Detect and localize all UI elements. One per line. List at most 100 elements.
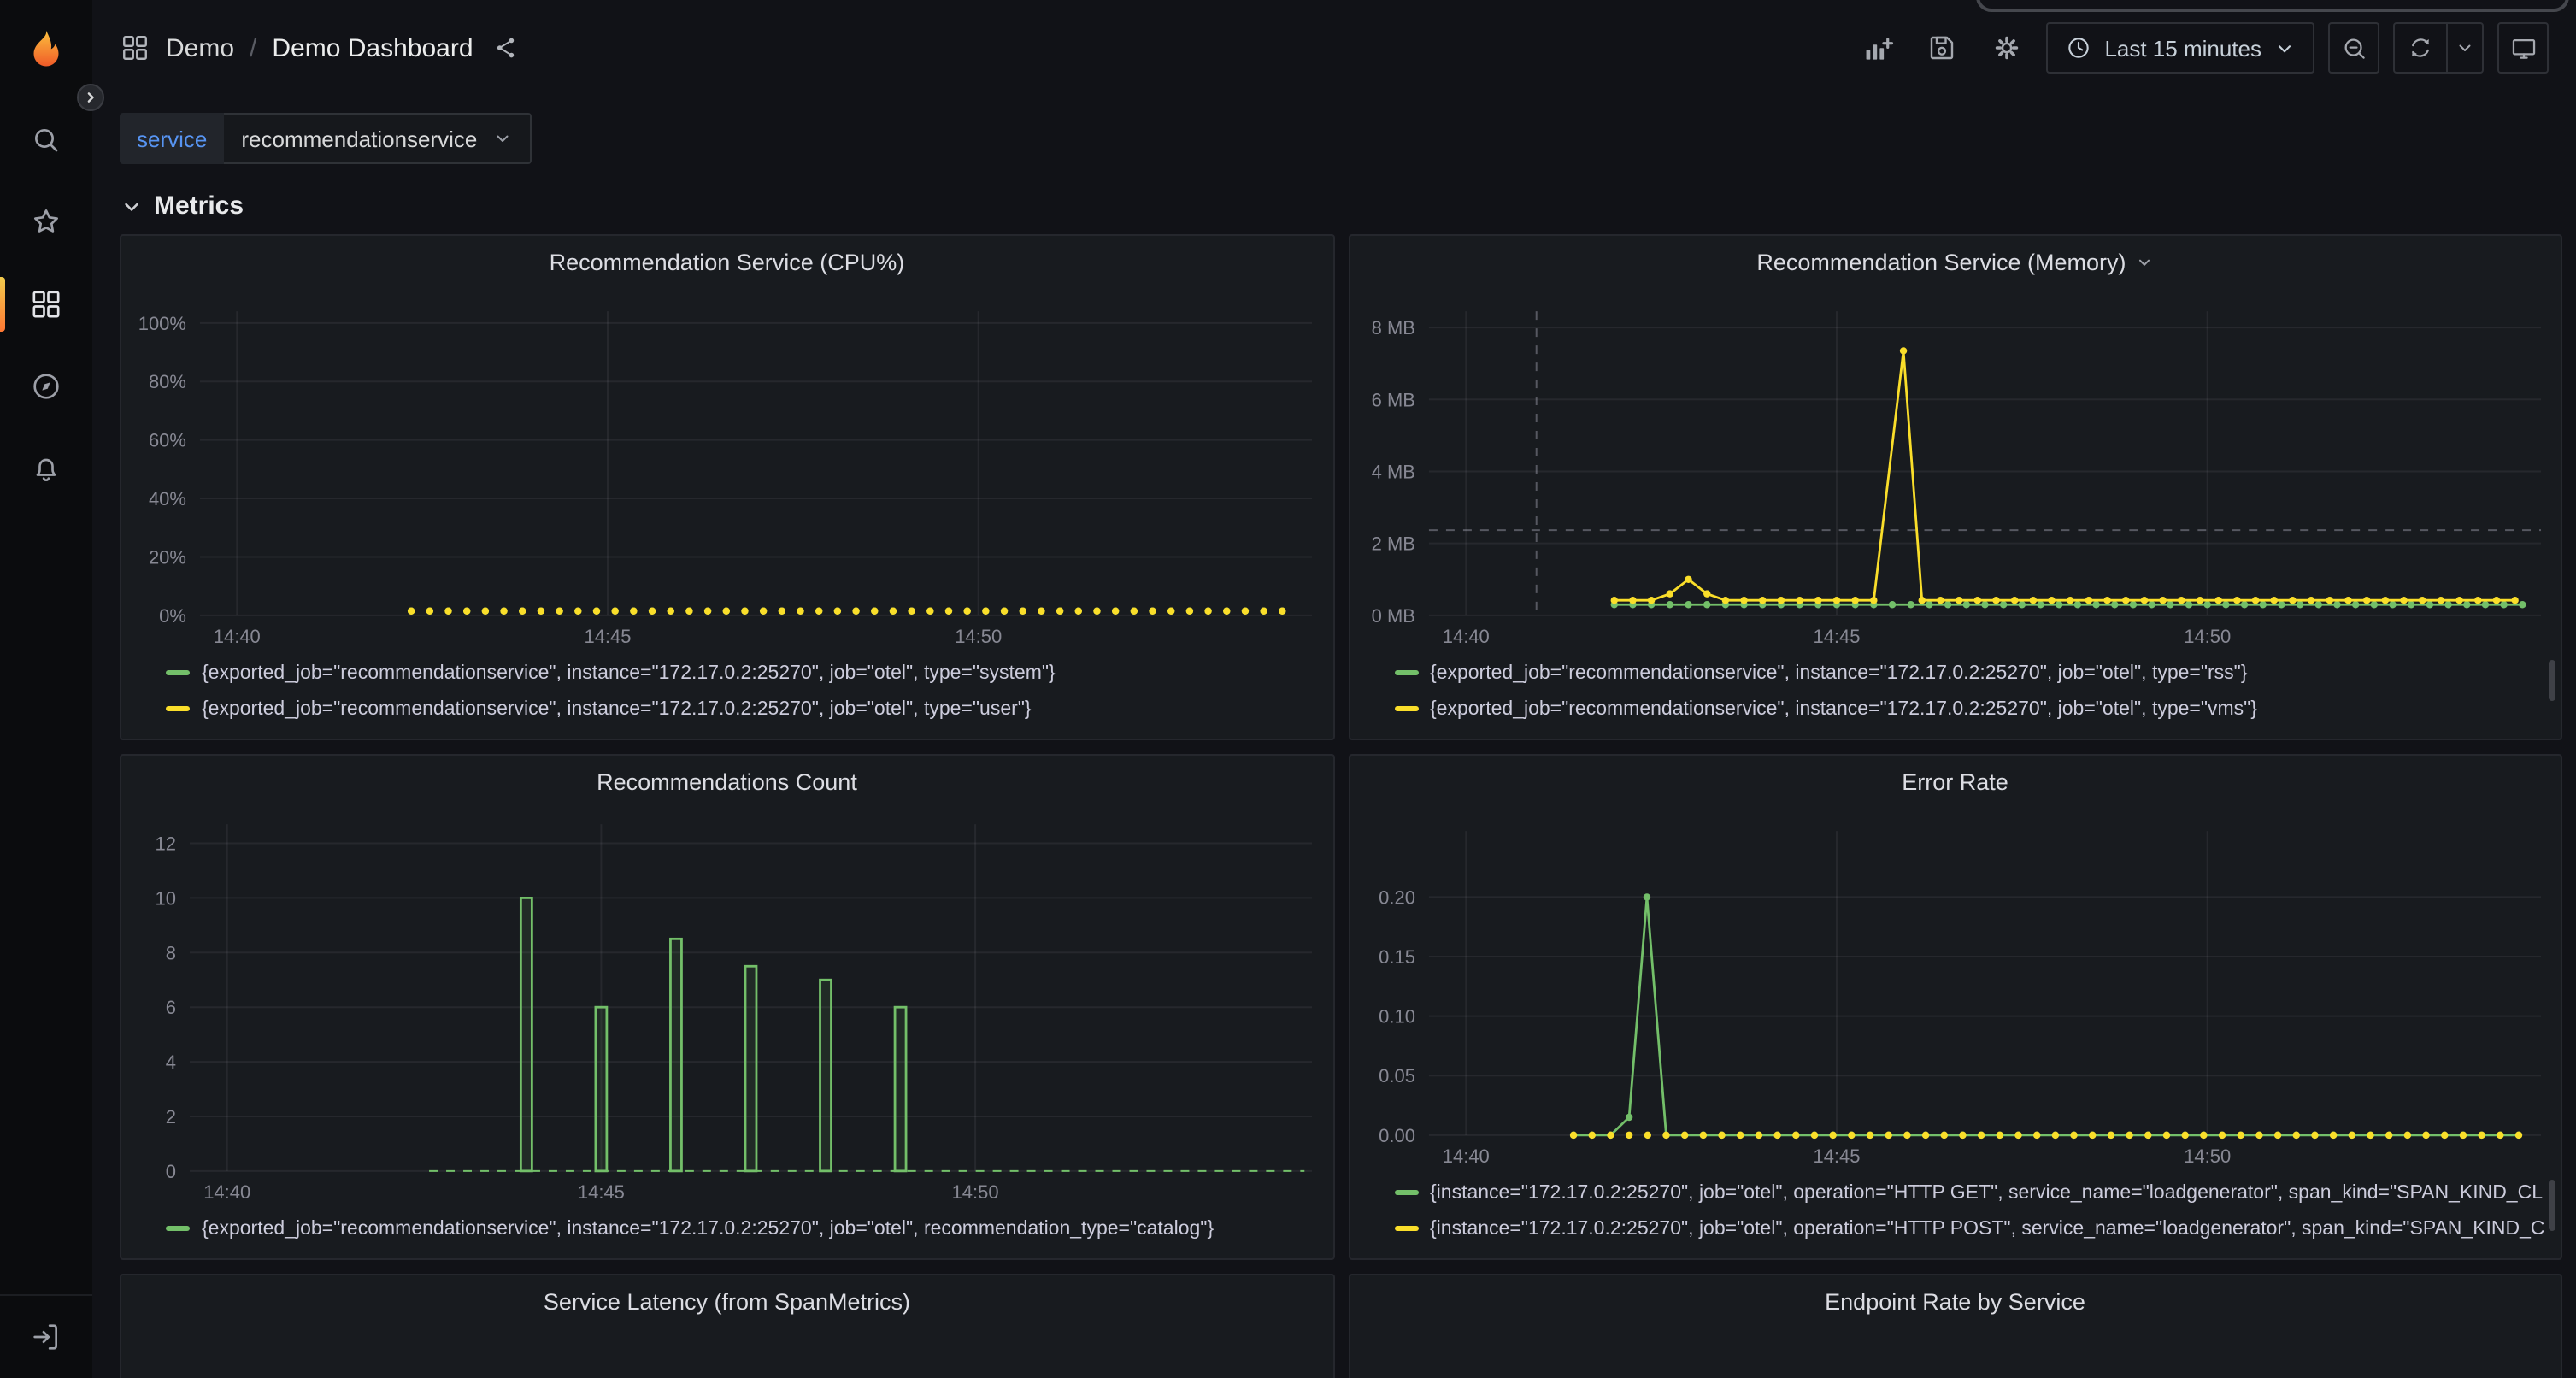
add-panel-button[interactable]	[1851, 22, 1903, 74]
toolbar: Last 15 minutes	[1851, 22, 2549, 74]
breadcrumb-separator: /	[250, 33, 256, 62]
panel-header[interactable]: Recommendations Count	[121, 756, 1332, 807]
svg-text:14:40: 14:40	[1442, 626, 1489, 647]
kiosk-mode-button[interactable]	[2497, 22, 2549, 74]
cpu-chart[interactable]: 0%20%40%60%80%100%14:4014:4514:50	[121, 287, 1332, 653]
row-header-metrics[interactable]: Metrics	[92, 164, 2576, 234]
series-color-dash	[166, 706, 190, 711]
svg-text:14:40: 14:40	[1442, 1145, 1489, 1167]
panel-header[interactable]: Endpoint Rate by Service	[1350, 1275, 2561, 1327]
legend: {exported_job="recommendationservice", i…	[121, 653, 1332, 739]
panel-header[interactable]: Recommendation Service (CPU%)	[121, 236, 1332, 287]
refresh-button-group	[2393, 22, 2484, 74]
panel-grid: Recommendation Service (CPU%) 0%20%40%60…	[92, 234, 2576, 1378]
time-range-picker[interactable]: Last 15 minutes	[2046, 22, 2314, 74]
legend-scrollbar[interactable]	[2549, 660, 2555, 701]
legend-item[interactable]: {instance="172.17.0.2:25270", job="otel"…	[1394, 1175, 2544, 1210]
svg-text:12: 12	[156, 833, 176, 855]
svg-text:14:45: 14:45	[1813, 626, 1860, 647]
variable-value-dropdown[interactable]: recommendationservice	[224, 113, 532, 164]
memory-chart[interactable]: 0 MB2 MB4 MB6 MB8 MB14:4014:4514:50	[1350, 287, 2561, 653]
bell-icon	[29, 451, 63, 486]
refresh-interval-dropdown[interactable]	[2448, 24, 2482, 72]
svg-text:14:50: 14:50	[952, 1181, 999, 1203]
share-icon[interactable]	[492, 34, 520, 62]
row-title: Metrics	[154, 191, 244, 221]
svg-text:0.00: 0.00	[1378, 1125, 1414, 1146]
legend-label: {exported_job="recommendationservice", i…	[202, 662, 1056, 683]
breadcrumb: Demo / Demo Dashboard	[120, 32, 520, 63]
sidebar-item-search[interactable]	[0, 99, 92, 181]
panel-menu-caret-icon[interactable]	[2135, 252, 2154, 271]
dashboard-settings-button[interactable]	[1981, 22, 2032, 74]
svg-text:14:45: 14:45	[578, 1181, 625, 1203]
search-icon	[29, 123, 63, 157]
chevron-down-icon	[120, 194, 144, 218]
template-variable-service: service recommendationservice	[120, 113, 532, 164]
panel-cpu: Recommendation Service (CPU%) 0%20%40%60…	[120, 234, 1334, 740]
legend-label: {instance="172.17.0.2:25270", job="otel"…	[1430, 1218, 2544, 1239]
grafana-logo[interactable]	[21, 27, 72, 79]
legend-item[interactable]: {exported_job="recommendationservice", i…	[166, 1210, 1315, 1246]
sidebar-item-starred[interactable]	[0, 181, 92, 263]
legend-item[interactable]: {exported_job="recommendationservice", i…	[166, 655, 1315, 691]
legend-label: {instance="172.17.0.2:25270", job="otel"…	[1430, 1182, 2544, 1203]
panel-title-text: Error Rate	[1902, 768, 2008, 794]
legend: {instance="172.17.0.2:25270", job="otel"…	[1350, 1173, 2561, 1258]
svg-text:10: 10	[156, 887, 176, 909]
recommendations-count-chart[interactable]: 02468101214:4014:4514:50	[121, 807, 1332, 1209]
svg-text:0 MB: 0 MB	[1371, 605, 1414, 627]
panel-header[interactable]: Service Latency (from SpanMetrics)	[121, 1275, 1332, 1327]
series-color-dash	[1394, 670, 1418, 675]
svg-text:0.10: 0.10	[1378, 1006, 1414, 1028]
legend-item[interactable]: {exported_job="recommendationservice", i…	[1394, 691, 2544, 727]
series-color-dash	[1394, 1226, 1418, 1231]
panel-header[interactable]: Recommendation Service (Memory)	[1350, 236, 2561, 287]
svg-text:0.15: 0.15	[1378, 946, 1414, 968]
sidebar-item-dashboards[interactable]	[0, 263, 92, 345]
zoom-out-time-button[interactable]	[2328, 22, 2379, 74]
svg-text:6: 6	[166, 997, 176, 1018]
sidebar-item-alerting[interactable]	[0, 427, 92, 509]
sidebar	[0, 0, 92, 1378]
legend-scrollbar[interactable]	[2549, 1180, 2555, 1231]
legend: {exported_job="recommendationservice", i…	[1350, 653, 2561, 739]
clock-icon	[2065, 34, 2092, 62]
dashboard-header: Demo / Demo Dashboard Last 15 minutes	[92, 0, 2576, 96]
svg-text:14:45: 14:45	[585, 626, 632, 647]
svg-text:14:40: 14:40	[203, 1181, 250, 1203]
legend-label: {exported_job="recommendationservice", i…	[202, 1218, 1214, 1239]
panel-endpoint-rate: Endpoint Rate by Service	[1348, 1274, 2562, 1378]
signout-icon	[29, 1320, 63, 1354]
save-dashboard-button[interactable]	[1916, 22, 1967, 74]
sidebar-item-sign-out[interactable]	[0, 1296, 92, 1378]
svg-text:8: 8	[166, 942, 176, 963]
panel-title-text: Service Latency (from SpanMetrics)	[544, 1288, 910, 1314]
breadcrumb-current[interactable]: Demo Dashboard	[272, 33, 473, 62]
legend-item[interactable]: {exported_job="recommendationservice", i…	[1394, 655, 2544, 691]
svg-text:14:45: 14:45	[1813, 1145, 1860, 1167]
refresh-button[interactable]	[2395, 24, 2446, 72]
search-bar-artifact	[1976, 0, 2569, 12]
panel-memory: Recommendation Service (Memory) 0 MB2 MB…	[1348, 234, 2562, 740]
variable-label: service	[120, 113, 224, 164]
panel-header[interactable]: Error Rate	[1350, 756, 2561, 807]
panel-recommendations-count: Recommendations Count 02468101214:4014:4…	[120, 754, 1334, 1260]
error-rate-chart[interactable]: 0.000.050.100.150.2014:4014:4514:50	[1350, 807, 2561, 1173]
chevron-down-icon	[2273, 37, 2296, 59]
svg-text:60%: 60%	[149, 430, 186, 451]
apps-icon	[29, 287, 63, 321]
svg-text:0%: 0%	[159, 605, 186, 627]
time-range-label: Last 15 minutes	[2104, 35, 2261, 61]
legend-item[interactable]: {exported_job="recommendationservice", i…	[166, 691, 1315, 727]
sidebar-item-explore[interactable]	[0, 345, 92, 427]
legend: {exported_job="recommendationservice", i…	[121, 1209, 1332, 1258]
panel-title-text: Recommendation Service (CPU%)	[550, 249, 905, 274]
panel-service-latency: Service Latency (from SpanMetrics)	[120, 1274, 1334, 1378]
panel-title-text: Endpoint Rate by Service	[1825, 1288, 2085, 1314]
breadcrumb-root[interactable]: Demo	[166, 33, 234, 62]
svg-text:20%: 20%	[149, 546, 186, 568]
series-color-dash	[166, 1226, 190, 1231]
sidebar-expand-button[interactable]	[77, 84, 104, 111]
legend-item[interactable]: {instance="172.17.0.2:25270", job="otel"…	[1394, 1210, 2544, 1246]
